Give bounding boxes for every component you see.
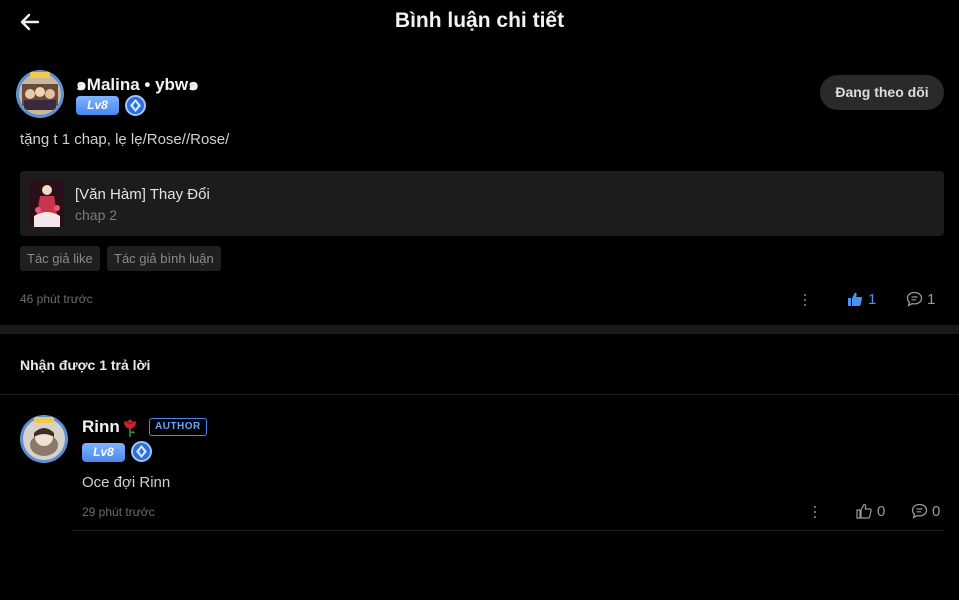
reply-username[interactable]: Rinn [82,417,120,437]
level-badge: Lv8 [76,96,119,115]
rose-icon [121,416,139,438]
follow-button[interactable]: Đang theo dõi [820,75,944,110]
tag-author-liked: Tác giả like [20,246,100,271]
reply-like-count: 0 [877,503,886,520]
chapter-subtitle: chap 2 [75,207,118,223]
username[interactable]: ๑Malina • ybw๑ [76,71,199,98]
divider [0,394,959,395]
more-options-icon[interactable] [798,291,812,309]
chapter-card[interactable]: [Văn Hàm] Thay Đổi chap 2 [20,171,944,236]
diamond-badge-icon [125,95,146,116]
reply-diamond-badge-icon [131,441,152,462]
comment-bubble-icon [906,291,923,307]
chapter-title: [Văn Hàm] Thay Đổi [75,186,210,203]
reply-comment-bubble-icon [911,503,928,519]
avatar[interactable] [16,70,64,118]
tag-author-commented: Tác giả bình luận [107,246,221,271]
reply-avatar[interactable] [20,415,68,463]
author-badge: AUTHOR [149,418,207,436]
reply-more-options-icon[interactable] [808,503,822,521]
reply-timestamp: 29 phút trước [82,505,155,519]
section-divider [0,325,959,334]
chapter-thumbnail [30,180,64,227]
reply-divider [72,530,944,531]
reply-reply-count: 0 [932,503,941,520]
reply-count: 1 [927,291,936,308]
comment-text: tặng t 1 chap, lẹ lẹ/Rose//Rose/ [20,131,230,148]
replies-heading: Nhận được 1 trả lời [20,357,151,373]
thumbs-up-icon [848,292,863,306]
thumbs-up-outline-icon [856,503,872,519]
like-count: 1 [868,291,877,308]
comment-timestamp: 46 phút trước [20,292,93,306]
reply-text: Oce đợi Rinn [82,474,171,491]
top-bar: Bình luận chi tiết [0,0,959,44]
reply-level-badge: Lv8 [82,443,125,462]
page-title: Bình luận chi tiết [394,9,565,32]
